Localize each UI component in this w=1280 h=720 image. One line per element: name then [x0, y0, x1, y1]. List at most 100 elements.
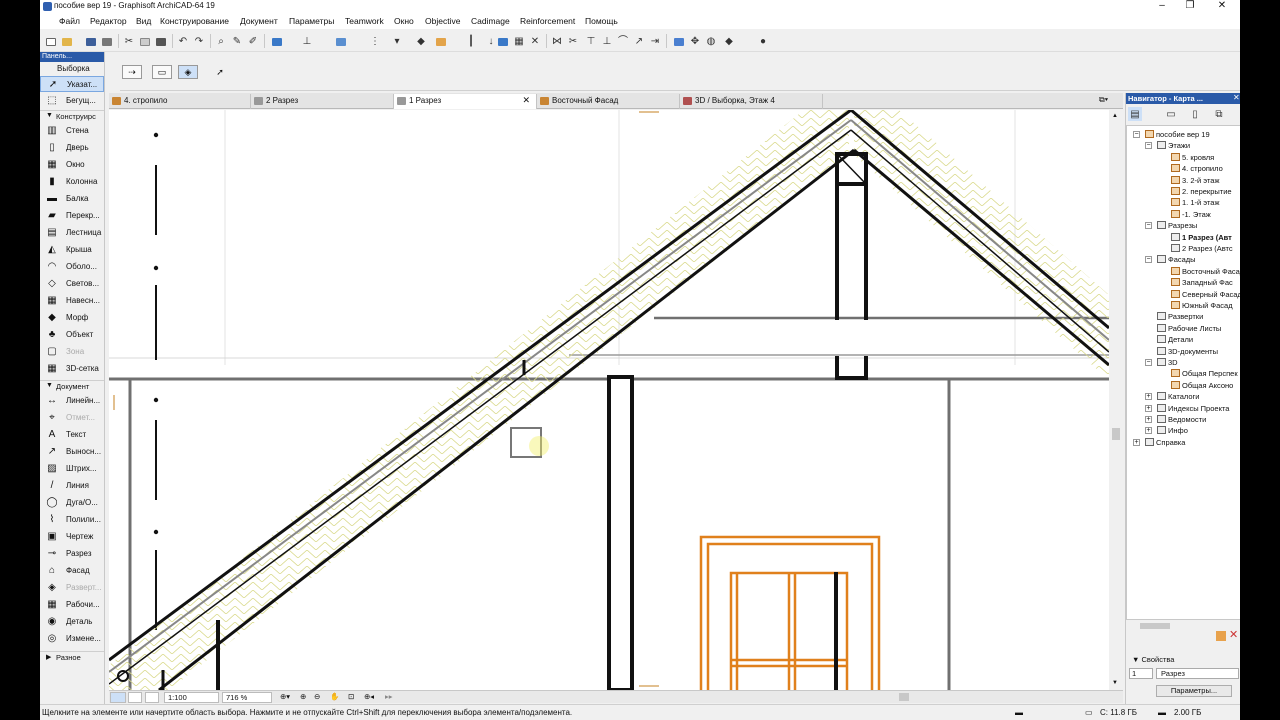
- tool-shell[interactable]: ◠ Оболо...: [40, 259, 104, 275]
- tool-drawing[interactable]: ▣ Чертеж: [40, 529, 104, 545]
- publisher-icon[interactable]: ⧉: [1212, 107, 1226, 121]
- tool-beam[interactable]: ▬ Балка: [40, 191, 104, 207]
- nav-folder[interactable]: 3D: [1157, 357, 1178, 368]
- menu-help[interactable]: Помощь: [585, 16, 618, 26]
- nav-project[interactable]: пособие вер 19: [1145, 129, 1210, 140]
- tool-fill[interactable]: ▨ Штрих...: [40, 461, 104, 477]
- nav-3d-view[interactable]: Общая Перспек: [1171, 368, 1238, 379]
- orbit-icon[interactable]: ✥: [688, 34, 702, 48]
- nav-folder[interactable]: 3D-документы: [1157, 346, 1218, 357]
- tool-object[interactable]: ♣ Объект: [40, 327, 104, 343]
- project-map-icon[interactable]: ▤: [1128, 107, 1142, 121]
- group-design[interactable]: ▼ Конструирс: [40, 110, 104, 122]
- open-file-icon[interactable]: [60, 34, 74, 48]
- menu-cadimage[interactable]: Cadimage: [471, 16, 510, 26]
- previous-zoom-icon[interactable]: ⊕◂: [361, 692, 377, 703]
- menu-view[interactable]: Вид: [136, 16, 151, 26]
- tab-story-rafter[interactable]: 4. стропило: [109, 94, 251, 109]
- view-name-field[interactable]: Разрез: [1156, 668, 1239, 679]
- tab-section-1[interactable]: 1 Разрез ✕: [394, 94, 537, 109]
- snap-guides-icon[interactable]: ⊥: [300, 34, 314, 48]
- copy-icon[interactable]: [138, 34, 152, 48]
- trace-reference-icon[interactable]: [496, 34, 510, 48]
- pointer-icon[interactable]: ▾: [390, 34, 404, 48]
- nav-story[interactable]: 5. кровля: [1171, 152, 1214, 163]
- tool-wall[interactable]: ▥ Стена: [40, 123, 104, 139]
- nav-elevation[interactable]: Южный Фасад: [1171, 300, 1233, 311]
- nav-story[interactable]: -1. Этаж: [1171, 209, 1211, 220]
- tree-expander-icon[interactable]: +: [1145, 393, 1152, 401]
- cut-icon[interactable]: ✂: [122, 34, 136, 48]
- tool-label[interactable]: ↗ Выносн...: [40, 444, 104, 460]
- menu-reinforcement[interactable]: Reinforcement: [520, 16, 575, 26]
- teamwork-icon[interactable]: ▬: [1015, 708, 1023, 717]
- new-view-icon[interactable]: [145, 692, 159, 703]
- undo-icon[interactable]: ↶: [176, 34, 190, 48]
- menu-document[interactable]: Документ: [240, 16, 278, 26]
- tool-detail[interactable]: ◉ Деталь: [40, 614, 104, 630]
- nav-sections-folder[interactable]: Разрезы: [1157, 220, 1197, 231]
- rectangle-selection-icon[interactable]: ▭: [152, 65, 172, 79]
- tool-skylight[interactable]: ◇ Светов...: [40, 276, 104, 292]
- eyedropper-icon[interactable]: ✎: [230, 34, 244, 48]
- nav-folder[interactable]: Развертки: [1157, 311, 1203, 322]
- grid-snap-icon[interactable]: ⋮: [368, 34, 382, 48]
- tool-dimension[interactable]: ↔ Линейн...: [40, 393, 104, 409]
- tree-expander-icon[interactable]: +: [1133, 438, 1140, 446]
- menu-window[interactable]: Окно: [394, 16, 414, 26]
- tree-expander-icon[interactable]: −: [1133, 131, 1140, 138]
- tool-text[interactable]: A Текст: [40, 427, 104, 443]
- cross-icon[interactable]: ✕: [528, 34, 542, 48]
- menu-objective[interactable]: Objective: [425, 16, 460, 26]
- fill-icon[interactable]: ◆: [414, 34, 428, 48]
- nav-folder[interactable]: Каталоги: [1157, 391, 1199, 402]
- pan-icon[interactable]: ✋: [327, 692, 342, 703]
- layout-icon[interactable]: [110, 692, 126, 703]
- nav-folder[interactable]: Индексы Проекта: [1157, 403, 1229, 414]
- print-icon[interactable]: [100, 34, 114, 48]
- tree-expander-icon[interactable]: −: [1145, 222, 1152, 230]
- split-icon[interactable]: ✂: [566, 34, 580, 48]
- pen-icon[interactable]: ┃: [464, 34, 478, 48]
- redo-icon[interactable]: ↷: [192, 34, 206, 48]
- scroll-down-icon[interactable]: ▼: [1112, 680, 1118, 686]
- tool-level-dimension[interactable]: ⌖ Отмет...: [40, 410, 104, 426]
- view-map-icon[interactable]: ▭: [1164, 107, 1178, 121]
- 3d-window-icon[interactable]: [672, 34, 686, 48]
- tool-change[interactable]: ◎ Измене...: [40, 631, 104, 647]
- trim-icon[interactable]: ⋈: [550, 34, 564, 48]
- menu-design[interactable]: Конструирование: [160, 16, 229, 26]
- nav-story[interactable]: 2. перекрытие: [1171, 186, 1232, 197]
- nav-story[interactable]: 4. стропило: [1171, 163, 1223, 174]
- fit-window-icon[interactable]: ⊡: [345, 692, 357, 703]
- layout-settings-icon[interactable]: [1216, 631, 1226, 641]
- tool-worksheet[interactable]: ▦ Рабочи...: [40, 597, 104, 613]
- tree-expander-icon[interactable]: −: [1145, 359, 1152, 366]
- teamwork-status-icon[interactable]: ●: [756, 34, 770, 48]
- scale-field[interactable]: 1:100: [164, 692, 219, 703]
- scroll-up-icon[interactable]: ▲: [1112, 113, 1118, 119]
- parameters-button[interactable]: Параметры...: [1156, 685, 1232, 697]
- close-tab-icon[interactable]: ✕: [522, 95, 530, 106]
- nav-elevation[interactable]: Западный Фас: [1171, 277, 1233, 288]
- nav-folder[interactable]: Детали: [1157, 334, 1193, 345]
- tree-expander-icon[interactable]: +: [1145, 404, 1152, 412]
- tool-column[interactable]: ▮ Колонна: [40, 174, 104, 190]
- vertical-scrollbar[interactable]: ▲ ▼: [1109, 110, 1123, 690]
- nav-folder[interactable]: Рабочие Листы: [1157, 323, 1221, 334]
- menu-teamwork[interactable]: Teamwork: [345, 16, 384, 26]
- nav-folder[interactable]: Ведомости: [1157, 414, 1206, 425]
- tool-interior-elevation[interactable]: ◈ Разверт...: [40, 580, 104, 596]
- delete-view-icon[interactable]: ✕: [1229, 628, 1238, 641]
- zoom-field[interactable]: 716 %: [222, 692, 272, 703]
- marquee-icon[interactable]: ▦: [512, 34, 526, 48]
- tool-mesh[interactable]: ▦ 3D-сетка: [40, 361, 104, 377]
- new-file-icon[interactable]: [44, 34, 58, 48]
- tab-section-2[interactable]: 2 Разрез: [251, 94, 394, 109]
- nav-folder[interactable]: Инфо: [1157, 425, 1188, 436]
- tree-expander-icon[interactable]: +: [1145, 427, 1152, 435]
- tool-elevation[interactable]: ⌂ Фасад: [40, 563, 104, 579]
- save-icon[interactable]: [84, 34, 98, 48]
- menu-file[interactable]: Файл: [59, 16, 80, 26]
- tool-door[interactable]: ▯ Дверь: [40, 140, 104, 156]
